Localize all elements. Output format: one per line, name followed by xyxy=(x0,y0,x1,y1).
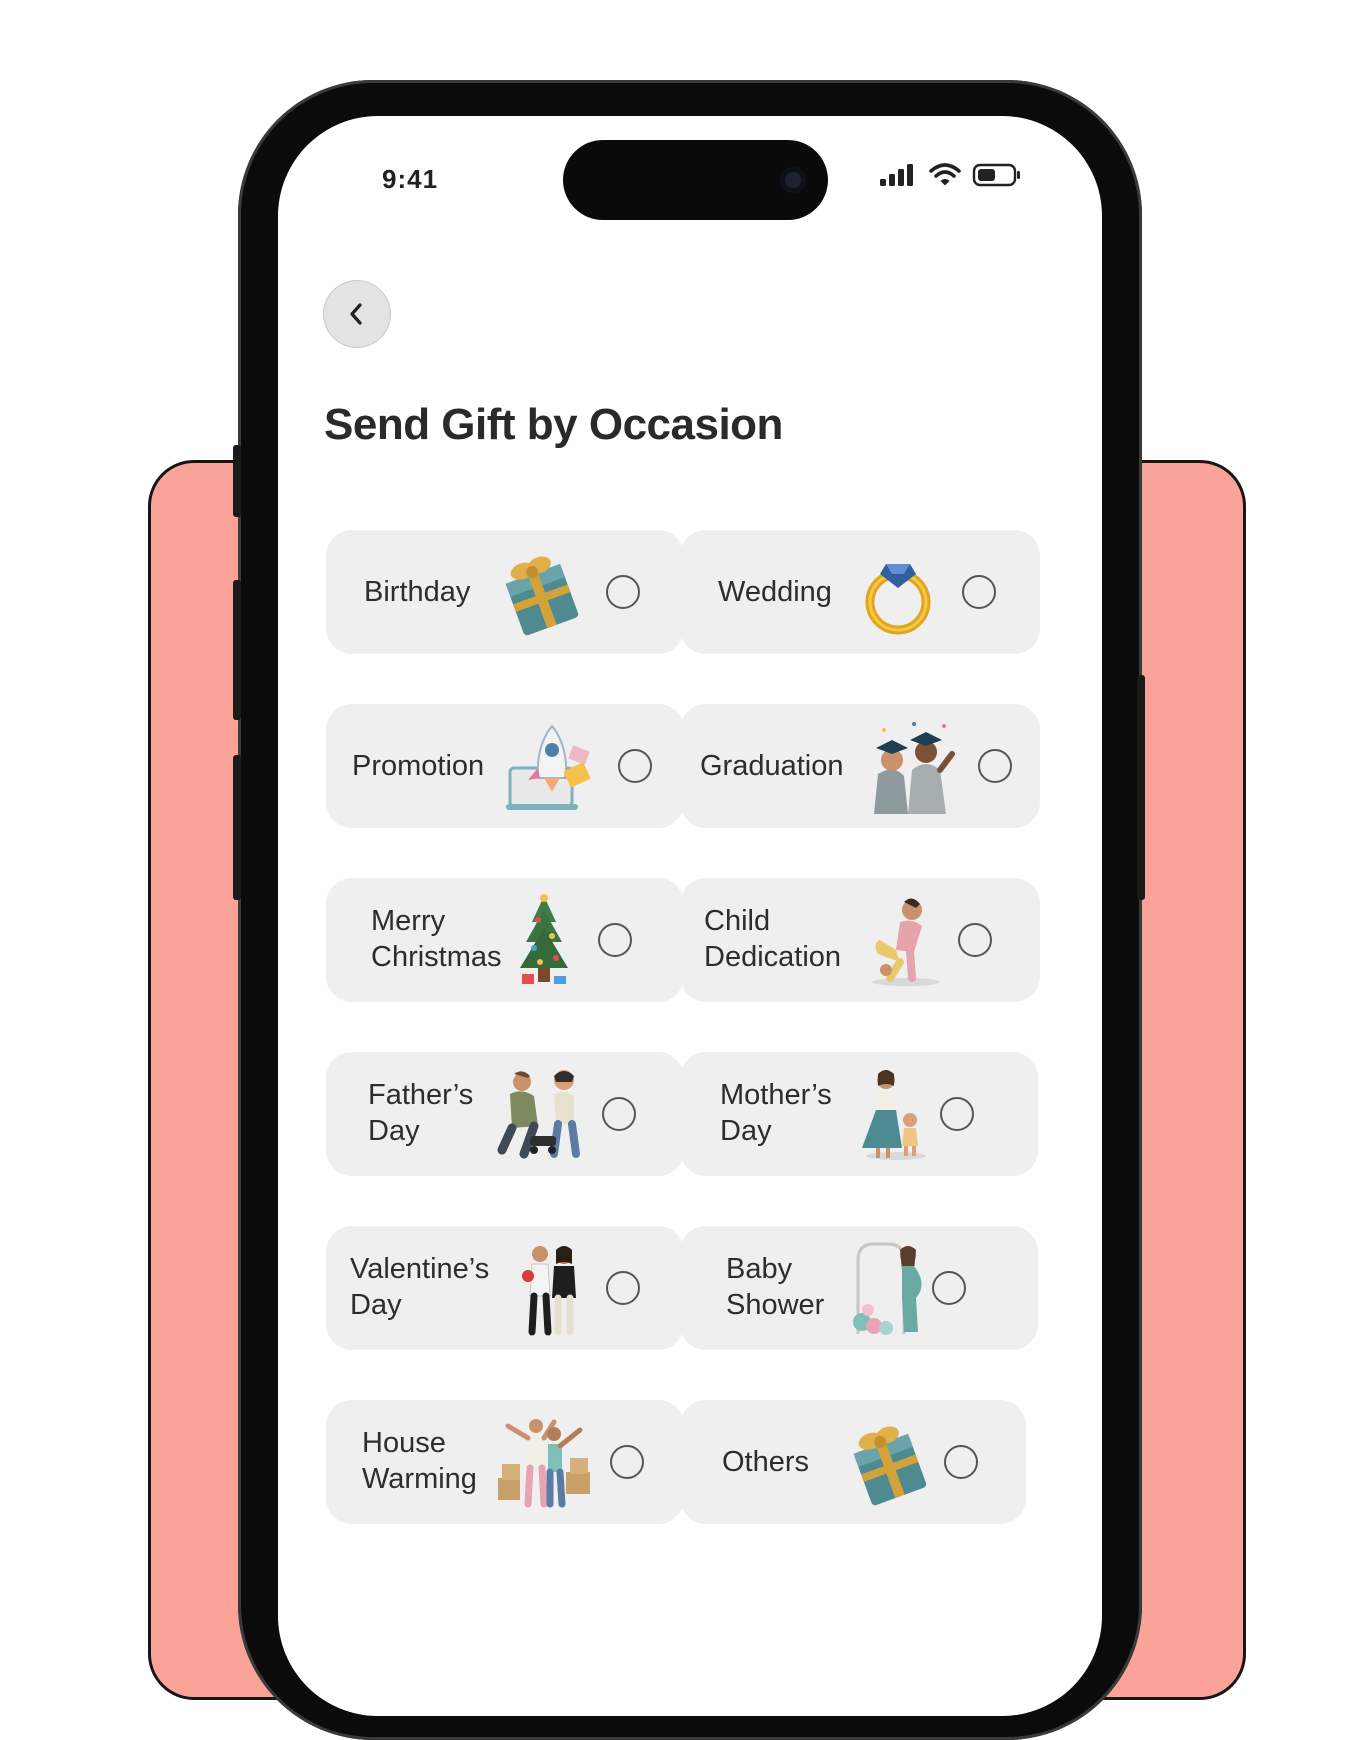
app-screen: 9:41 Send Gift by Occasion Birthday Wedd… xyxy=(278,116,1102,1716)
occasion-label: Child Dedication xyxy=(704,905,842,973)
occasion-card-graduation[interactable]: Graduation xyxy=(680,704,1040,828)
occasion-radio[interactable] xyxy=(602,1097,636,1131)
occasion-card-birthday[interactable]: Birthday xyxy=(326,530,684,654)
back-button[interactable] xyxy=(324,281,390,347)
occasion-label: House Warming xyxy=(362,1427,477,1495)
occasion-card-fathers-day[interactable]: Father’s Day xyxy=(326,1052,684,1176)
occasion-label: Promotion xyxy=(352,750,485,782)
occasion-label: Father’s Day xyxy=(368,1079,474,1147)
occasion-label: Graduation xyxy=(700,750,844,782)
occasion-label: Birthday xyxy=(364,576,471,608)
phone-power-button xyxy=(1137,675,1145,900)
rocket-icon xyxy=(504,718,600,814)
pregnant-woman-icon xyxy=(848,1240,944,1336)
occasion-label: Merry Christmas xyxy=(371,905,502,973)
phone-volume-up-button xyxy=(233,580,241,720)
gift-box-icon xyxy=(494,544,590,640)
gift-box-icon xyxy=(842,1414,938,1510)
occasion-radio[interactable] xyxy=(598,923,632,957)
page-title: Send Gift by Occasion xyxy=(324,400,783,449)
occasion-label: Wedding xyxy=(718,576,832,608)
graduates-icon xyxy=(864,718,960,814)
occasion-label: Mother’s Day xyxy=(720,1079,832,1147)
occasion-radio[interactable] xyxy=(606,575,640,609)
moving-couple-icon xyxy=(496,1414,592,1510)
battery-icon xyxy=(972,163,1020,187)
occasion-card-house-warming[interactable]: House Warming xyxy=(326,1400,684,1524)
occasion-card-promotion[interactable]: Promotion xyxy=(326,704,684,828)
cellular-signal-icon xyxy=(880,164,913,186)
front-camera-icon xyxy=(780,167,806,193)
occasion-radio[interactable] xyxy=(978,749,1012,783)
christmas-tree-icon xyxy=(496,892,592,988)
occasion-card-wedding[interactable]: Wedding xyxy=(680,530,1040,654)
mother-child-icon xyxy=(850,892,946,988)
occasion-radio[interactable] xyxy=(932,1271,966,1305)
occasion-card-mothers-day[interactable]: Mother’s Day xyxy=(680,1052,1038,1176)
occasion-card-others[interactable]: Others xyxy=(680,1400,1026,1524)
occasion-radio[interactable] xyxy=(944,1445,978,1479)
occasion-radio[interactable] xyxy=(940,1097,974,1131)
occasion-label: Valentine’s Day xyxy=(350,1253,490,1321)
occasion-card-valentines-day[interactable]: Valentine’s Day xyxy=(326,1226,684,1350)
occasion-radio[interactable] xyxy=(958,923,992,957)
chevron-left-icon xyxy=(350,303,362,325)
occasion-radio[interactable] xyxy=(618,749,652,783)
occasion-card-baby-shower[interactable]: Baby Shower xyxy=(680,1226,1038,1350)
status-time: 9:41 xyxy=(382,164,439,194)
mother-daughter-icon xyxy=(848,1066,944,1162)
occasion-radio[interactable] xyxy=(610,1445,644,1479)
occasion-radio[interactable] xyxy=(962,575,996,609)
status-icons xyxy=(878,162,1022,188)
couple-icon xyxy=(504,1240,600,1336)
occasion-radio[interactable] xyxy=(606,1271,640,1305)
phone-volume-down-button xyxy=(233,755,241,900)
father-son-icon xyxy=(494,1066,590,1162)
occasion-label: Others xyxy=(722,1446,810,1478)
wifi-icon xyxy=(929,163,961,186)
ring-icon xyxy=(850,544,946,640)
occasion-card-child-dedication[interactable]: Child Dedication xyxy=(680,878,1040,1002)
occasion-label: Baby Shower xyxy=(726,1253,825,1321)
phone-action-button xyxy=(233,445,241,517)
dynamic-island xyxy=(563,140,828,220)
occasion-card-merry-christmas[interactable]: Merry Christmas xyxy=(326,878,684,1002)
